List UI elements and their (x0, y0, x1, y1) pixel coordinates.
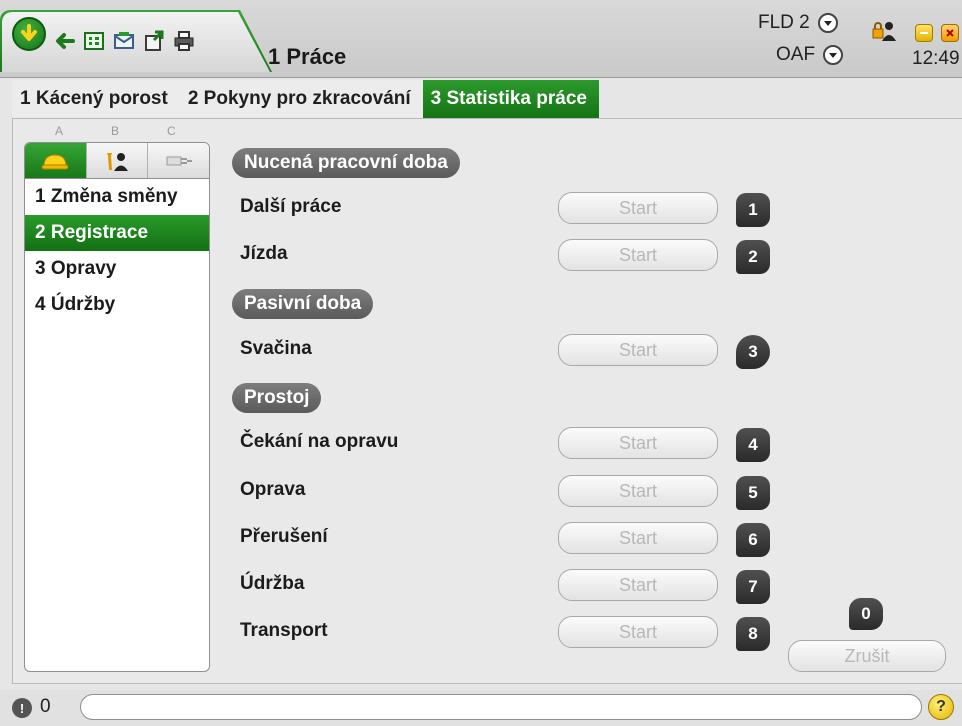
title-bar: 1 Práce FLD 2 OAF 12:49 (0, 0, 962, 78)
sidebar: 1 Změna směny 2 Registrace 3 Opravy 4 Úd… (24, 142, 210, 672)
clock: 12:49 (912, 48, 960, 69)
section-header: Pasivní doba (232, 289, 374, 319)
start-button[interactable]: Start (558, 522, 718, 554)
alarm-count: 0 (40, 696, 51, 717)
row-label: Údržba (240, 573, 305, 594)
left-arrow-icon[interactable] (52, 30, 76, 52)
row-label: Čekání na opravu (240, 431, 399, 452)
operator-label: OAF (776, 44, 816, 65)
row-label: Jízda (240, 243, 288, 264)
tab-bucking-instructions[interactable]: 2 Pokyny pro zkracování (179, 80, 423, 118)
hard-hat-icon[interactable] (25, 143, 87, 178)
shortcut-key-badge: 5 (736, 476, 770, 510)
column-letter-b: B (111, 124, 120, 138)
start-button[interactable]: Start (558, 569, 718, 601)
minimize-icon[interactable] (915, 24, 933, 42)
shortcut-key-badge: 2 (736, 240, 770, 274)
main-tabs: 1 Kácený porost 2 Pokyny pro zkracování … (12, 80, 599, 118)
sidebar-icon-tabs (25, 143, 209, 179)
column-letter-c: C (167, 124, 176, 138)
column-letters: A B C (55, 124, 176, 138)
shortcut-key-badge: 7 (736, 570, 770, 604)
tab-work-statistics[interactable]: 3 Statistika práce (422, 80, 599, 118)
chevron-down-icon[interactable] (817, 13, 838, 33)
section-header: Nucená pracovní doba (232, 148, 460, 178)
chevron-down-icon[interactable] (823, 45, 844, 65)
close-icon[interactable] (941, 24, 959, 42)
status-bar: ! 0 ? (0, 690, 962, 726)
shortcut-key-badge: 0 (849, 598, 883, 630)
mechanic-icon[interactable] (87, 143, 149, 178)
start-button[interactable]: Start (558, 334, 718, 366)
shortcut-key-badge: 8 (736, 617, 770, 651)
user-lock-icon[interactable] (872, 20, 896, 42)
down-arrow-circle-icon[interactable] (12, 17, 46, 51)
row-label: Transport (240, 620, 328, 641)
plug-icon[interactable] (148, 143, 209, 178)
sidebar-item-repairs[interactable]: 3 Opravy (25, 251, 209, 287)
shortcut-key-badge: 4 (736, 428, 770, 462)
export-icon[interactable] (142, 30, 166, 52)
sidebar-item-shift-change[interactable]: 1 Změna směny (25, 179, 209, 215)
shortcut-key-badge: 6 (736, 523, 770, 557)
sidebar-item-maintenance[interactable]: 4 Údržby (25, 287, 209, 323)
shortcut-key-badge: 3 (736, 335, 770, 369)
start-button[interactable]: Start (558, 427, 718, 459)
sidebar-item-registration[interactable]: 2 Registrace (25, 215, 209, 251)
start-button[interactable]: Start (558, 475, 718, 507)
row-label: Přerušení (240, 526, 328, 547)
start-button[interactable]: Start (558, 192, 718, 224)
row-label: Další práce (240, 196, 342, 217)
help-icon[interactable]: ? (928, 694, 954, 720)
section-header: Prostoj (232, 383, 322, 413)
machine-label: FLD 2 (758, 12, 810, 33)
start-button[interactable]: Start (558, 616, 718, 648)
tab-felled-stand[interactable]: 1 Kácený porost (12, 80, 180, 118)
machine-selector[interactable]: FLD 2 (758, 12, 838, 34)
row-label: Svačina (240, 338, 312, 359)
alarm-icon[interactable]: ! (12, 698, 32, 718)
shortcut-key-badge: 1 (736, 193, 770, 227)
start-button[interactable]: Start (558, 239, 718, 271)
cancel-button[interactable]: Zrušit (788, 640, 946, 672)
message-field[interactable] (80, 694, 922, 720)
grid-icon[interactable] (82, 30, 106, 52)
mail-icon[interactable] (112, 30, 136, 52)
print-icon[interactable] (172, 30, 196, 52)
column-letter-a: A (55, 124, 64, 138)
row-label: Oprava (240, 479, 306, 500)
operator-selector[interactable]: OAF (776, 44, 844, 66)
page-title: 1 Práce (268, 44, 347, 69)
